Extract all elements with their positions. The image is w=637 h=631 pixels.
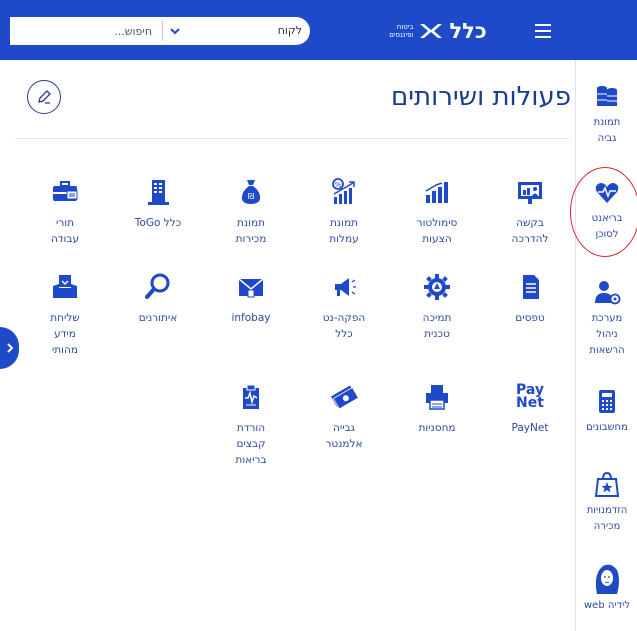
tile-label: תמיכה טכנית (422, 312, 452, 340)
tile-label: הפקה-נט כלל (322, 312, 366, 340)
mail-tray-icon (53, 275, 77, 298)
assistant-avatar-icon (595, 564, 619, 594)
tile-sales[interactable]: ₪ תמונת מכירות (206, 177, 296, 247)
right-sidebar: תמונת גביה בריאנט לסוכן מערכת ניהול הרשא… (577, 60, 637, 631)
tile-label: הורדת קבצים בריאות (235, 422, 267, 466)
tile-label: infobay (231, 312, 271, 324)
coins-icon (597, 86, 617, 106)
gear-icon (424, 274, 450, 300)
user-gear-icon (595, 281, 621, 305)
tile-work-queues[interactable]: תורי עבודה (20, 177, 110, 247)
clal-logo[interactable]: ביטוח ופיננסים כלל (367, 16, 509, 46)
hamburger-menu-icon[interactable] (535, 24, 551, 38)
tile-label: איתורנים (138, 312, 178, 324)
sidebar-item-label: לידיה web (583, 600, 630, 611)
tile-label: שליחת מידע מהותי (50, 312, 80, 356)
search-bar: לקוח (10, 17, 310, 45)
page-title: פעולות ושירותים (390, 82, 571, 112)
briefcase-icon (53, 181, 78, 201)
tile-locators[interactable]: איתורנים (113, 272, 203, 326)
tile-cartridges[interactable]: מחסניות (392, 382, 482, 436)
calculator-icon (599, 390, 615, 413)
tile-label: תמונת מכירות (235, 217, 267, 245)
tile-tech-support[interactable]: תמיכה טכנית (392, 272, 482, 342)
logo-line1: ביטוח (396, 23, 414, 31)
sidebar-item-label: מערכת ניהול הרשאות (589, 313, 625, 356)
search-input[interactable] (10, 17, 160, 45)
tile-label: בקשה להדרכה (511, 217, 549, 245)
tile-label: כלל ToGo (134, 217, 182, 229)
title-divider (15, 138, 570, 139)
edit-button[interactable] (27, 80, 61, 114)
svg-text:%: % (335, 181, 342, 189)
shopping-bag-icon (594, 471, 620, 497)
health-clipboard-icon (243, 384, 259, 409)
tile-elementary-collection[interactable]: גבייה אלמנטר (299, 382, 389, 452)
sidebar-item-calculators[interactable]: מחשבונים (577, 387, 637, 436)
megaphone-icon (335, 278, 356, 296)
sidebar-item-label: הזדמנויות מכירה (586, 505, 628, 532)
cash-stack-icon (330, 385, 359, 410)
sidebar-item-permissions[interactable]: מערכת ניהול הרשאות (577, 278, 637, 359)
logo-mark-icon (420, 24, 443, 38)
logo-line2: ופיננסים (389, 31, 414, 39)
money-bag-icon: ₪ (241, 180, 261, 204)
tile-label: טפסים (515, 312, 545, 324)
tile-label: PayNet (511, 422, 549, 434)
pencil-icon (38, 90, 51, 104)
paynet-logo-line2: Net (516, 395, 544, 411)
presentation-icon (518, 182, 542, 204)
sidebar-item-collection[interactable]: תמונת גביה (577, 82, 637, 147)
envelope-icon (238, 278, 264, 298)
top-header: לקוח ביטוח ופיננסים כלל (0, 0, 637, 60)
tile-label: תמונת עמלות (329, 217, 359, 245)
sidebar-item-briant[interactable]: בריאנט לסוכן (577, 178, 637, 243)
tile-forms[interactable]: טפסים (485, 272, 575, 326)
building-icon (148, 180, 169, 205)
growth-chart-icon: % (332, 178, 355, 204)
tile-label: סימולטור הצעות (416, 217, 458, 245)
document-icon (523, 275, 539, 299)
tile-paynet[interactable]: Pay Net PayNet (485, 382, 575, 436)
search-scope-select[interactable]: לקוח (278, 24, 302, 37)
tile-material-info[interactable]: שליחת מידע מהותי (20, 272, 110, 358)
search-divider (162, 21, 163, 41)
tile-label: גבייה אלמנטר (325, 422, 363, 450)
bar-chart-icon (425, 182, 448, 203)
tile-commissions[interactable]: % תמונת עמלות (299, 177, 389, 247)
sidebar-item-label: תמונת גביה (593, 117, 621, 144)
services-panel: פעולות ושירותים בקשה להדרכה סימולטור הצע… (5, 60, 576, 631)
tile-label: מחסניות (418, 422, 456, 434)
sidebar-item-lydia-web[interactable]: לידיה web (577, 560, 637, 614)
magnifier-icon (145, 273, 170, 299)
svg-text:₪: ₪ (248, 192, 254, 201)
tile-health-downloads[interactable]: הורדת קבצים בריאות (206, 382, 296, 468)
tile-clal-togo[interactable]: כלל ToGo (113, 177, 203, 231)
sidebar-item-sales-opportunities[interactable]: הזדמנויות מכירה (577, 470, 637, 535)
tile-training-request[interactable]: בקשה להדרכה (485, 177, 575, 247)
heart-pulse-icon (595, 183, 619, 203)
sidebar-item-label: בריאנט לסוכן (591, 213, 623, 240)
chevron-down-icon[interactable] (168, 24, 182, 38)
logo-subtitle: ביטוח ופיננסים (389, 23, 413, 39)
sidebar-item-label: מחשבונים (586, 422, 628, 433)
tile-infobay[interactable]: infobay (206, 272, 296, 326)
tile-label: תורי עבודה (50, 217, 80, 245)
paynet-logo-icon: Pay Net (510, 382, 550, 412)
tile-offer-simulator[interactable]: סימולטור הצעות (392, 177, 482, 247)
tile-hafaka-net[interactable]: הפקה-נט כלל (299, 272, 389, 342)
printer-icon (426, 385, 448, 410)
logo-wordmark: כלל (449, 19, 487, 43)
